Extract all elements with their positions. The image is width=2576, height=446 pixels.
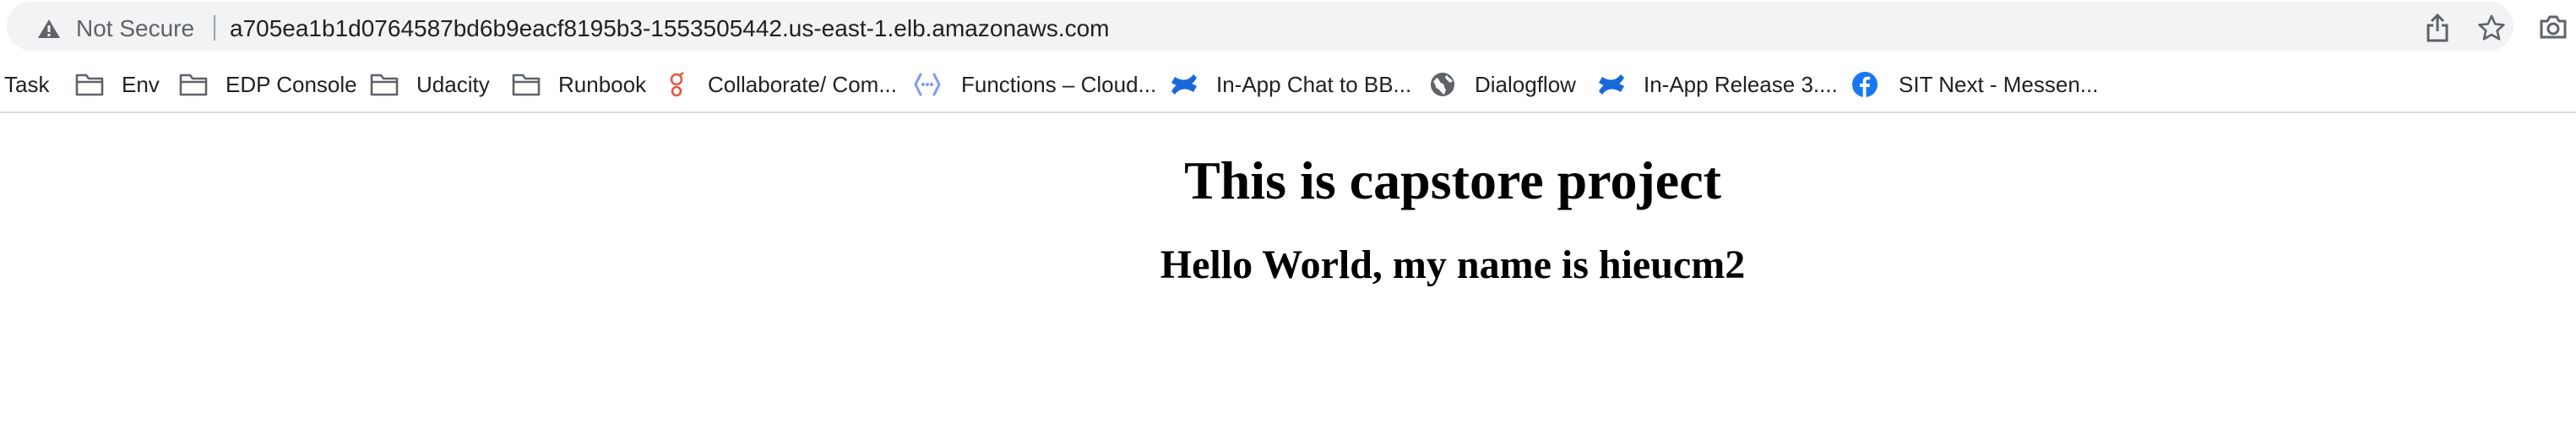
bookmark-folder-env[interactable]: Env [74, 57, 160, 112]
confluence-icon [1599, 74, 1624, 95]
page-subheading: Hello World, my name is hieucm2 [1160, 242, 1746, 287]
cloud-functions-icon [914, 73, 941, 96]
bookmark-star-icon[interactable] [2478, 14, 2505, 41]
globe-icon [1431, 73, 1454, 96]
bookmark-dialogflow[interactable]: Dialogflow [1429, 57, 1576, 112]
bookmark-label: Env [122, 72, 160, 97]
bookmark-task[interactable]: Task [4, 57, 49, 112]
bookmarks-bar: Task Env EDP Console Udacity Runbook Col… [0, 57, 2576, 112]
page-content: This is capstore project Hello World, my… [0, 113, 2576, 446]
bookmark-label: SIT Next - Messen... [1899, 72, 2099, 97]
bookmark-label: Functions – Cloud... [961, 72, 1157, 97]
gerrit-icon [670, 71, 684, 97]
camera-icon[interactable] [2539, 15, 2568, 39]
folder-icon [179, 73, 208, 96]
folder-icon [75, 73, 104, 96]
folder-icon [370, 73, 399, 96]
bookmark-sit-next-messenger[interactable]: SIT Next - Messen... [1851, 57, 2098, 112]
url-divider [214, 15, 215, 41]
facebook-icon [1852, 72, 1878, 97]
bookmark-functions-cloud[interactable]: Functions – Cloud... [912, 57, 1156, 112]
bookmark-label: Udacity [416, 72, 490, 97]
bookmark-in-app-chat[interactable]: In-App Chat to BB... [1169, 57, 1411, 112]
bookmark-collaborate[interactable]: Collaborate/ Com... [667, 57, 897, 112]
bookmark-folder-udacity[interactable]: Udacity [369, 57, 490, 112]
address-bar[interactable]: Not Secure a705ea1b1d0764587bd6b9eacf819… [7, 2, 2514, 51]
bookmark-folder-runbook[interactable]: Runbook [511, 57, 646, 112]
bookmark-label: In-App Release 3.... [1644, 72, 1838, 97]
bookmark-label: Runbook [558, 72, 647, 97]
folder-icon [512, 73, 541, 96]
browser-toolbar: Not Secure a705ea1b1d0764587bd6b9eacf819… [0, 0, 2576, 57]
url-text[interactable]: a705ea1b1d0764587bd6b9eacf8195b3-1553505… [230, 14, 1110, 43]
share-icon[interactable] [2426, 14, 2449, 42]
bookmark-label: In-App Chat to BB... [1216, 72, 1412, 97]
bookmark-label: Dialogflow [1475, 72, 1576, 97]
bookmark-label: Collaborate/ Com... [708, 72, 897, 97]
bookmark-in-app-release[interactable]: In-App Release 3.... [1596, 57, 1838, 112]
warning-icon[interactable] [37, 19, 61, 39]
bookmark-label: EDP Console [226, 72, 357, 97]
page-heading: This is capstore project [1184, 150, 1721, 210]
security-status-label[interactable]: Not Secure [76, 14, 194, 43]
bookmark-folder-edp-console[interactable]: EDP Console [178, 57, 357, 112]
confluence-icon [1171, 74, 1197, 95]
bookmark-label: Task [4, 72, 50, 97]
